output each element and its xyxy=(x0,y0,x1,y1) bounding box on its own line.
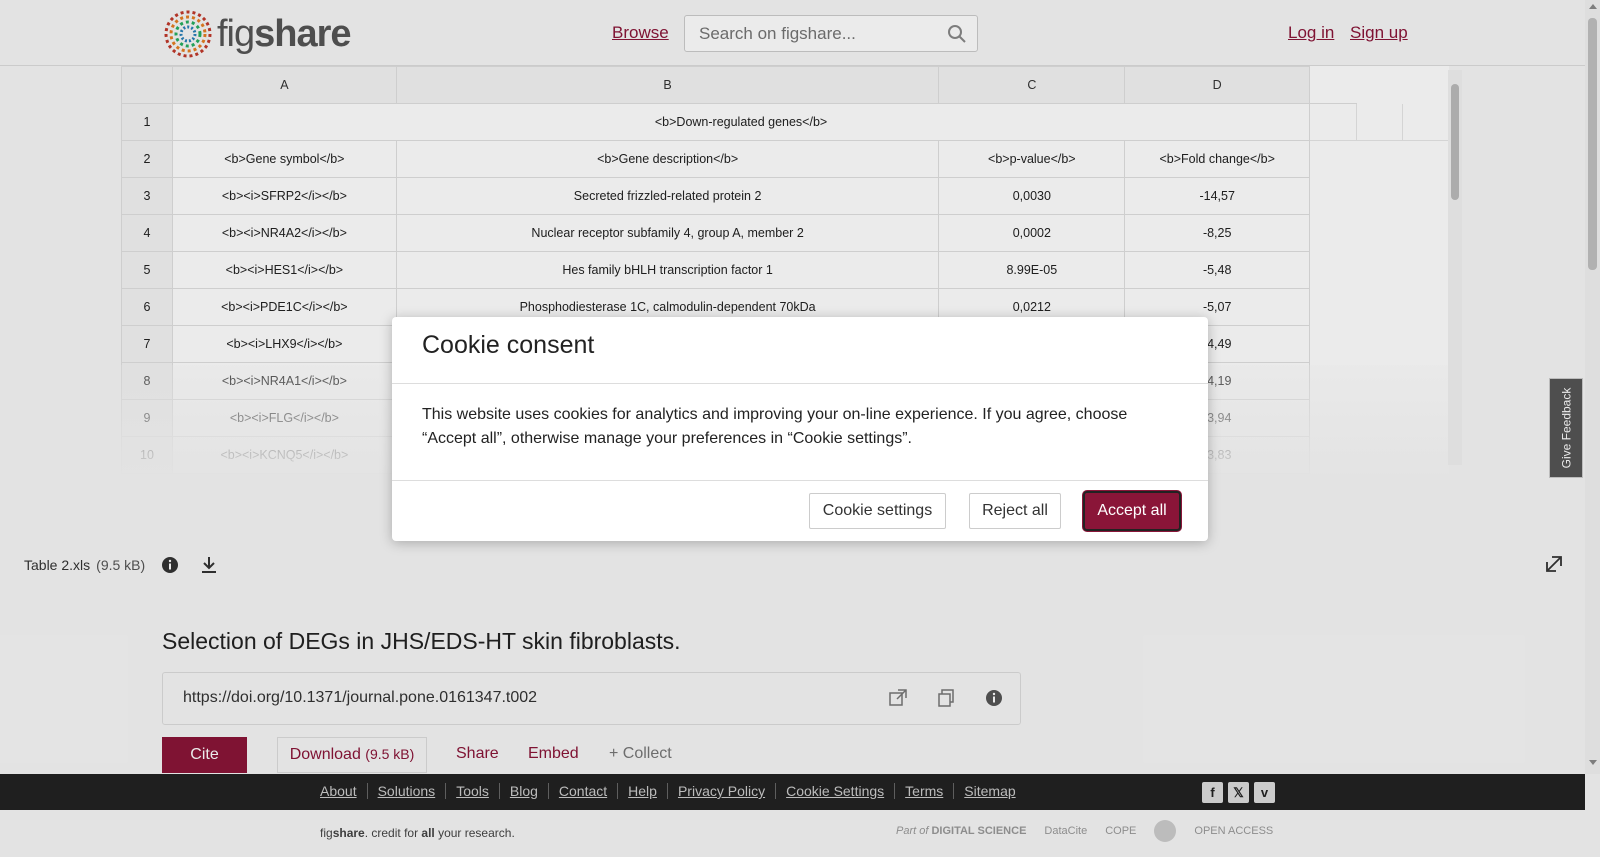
accept-all-button[interactable]: Accept all xyxy=(1083,491,1181,531)
divider xyxy=(392,383,1208,384)
cookie-dialog-title: Cookie consent xyxy=(422,331,595,359)
cookie-settings-button[interactable]: Cookie settings xyxy=(809,493,946,529)
reject-all-button[interactable]: Reject all xyxy=(969,493,1061,529)
divider xyxy=(392,480,1208,481)
cookie-consent-dialog: Cookie consent This website uses cookies… xyxy=(392,317,1208,541)
cookie-dialog-body: This website uses cookies for analytics … xyxy=(422,406,1128,447)
